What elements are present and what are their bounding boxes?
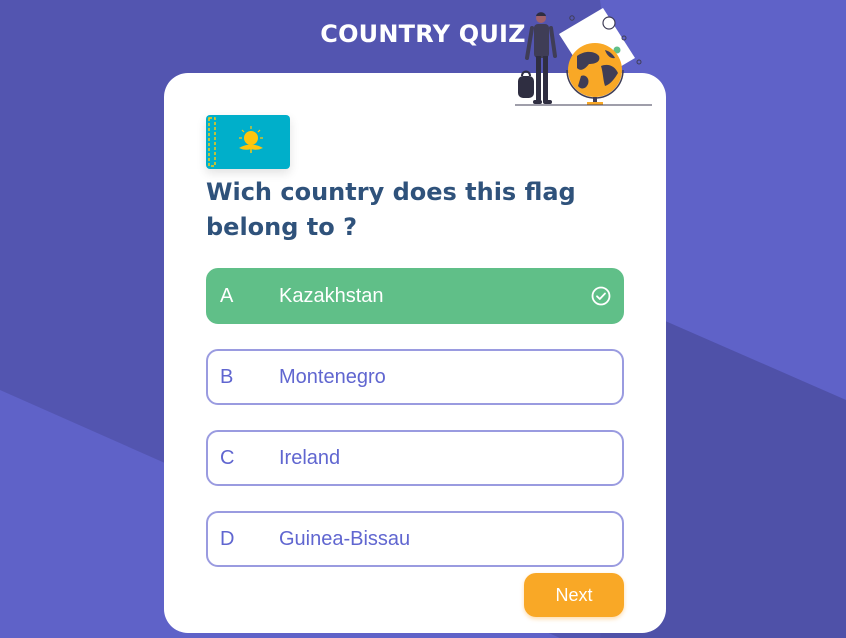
answer-option-b[interactable]: B Montenegro — [206, 349, 624, 405]
option-label: Kazakhstan — [279, 285, 384, 307]
question-text: Wich country does this flag belong to ? — [206, 178, 576, 241]
answer-option-c[interactable]: C Ireland — [206, 430, 624, 486]
option-letter: D — [220, 528, 235, 550]
option-label: Montenegro — [279, 366, 386, 388]
next-button[interactable]: Next — [524, 573, 624, 617]
answer-option-a[interactable]: A Kazakhstan — [206, 268, 624, 324]
option-letter: B — [220, 366, 234, 388]
option-label: Guinea-Bissau — [279, 528, 411, 550]
answer-option-d[interactable]: D Guinea-Bissau — [206, 511, 624, 567]
option-letter: C — [220, 447, 235, 469]
option-label: Ireland — [279, 447, 341, 469]
traveler-globe-illustration-icon — [515, 6, 655, 110]
check-circle-icon — [591, 286, 611, 312]
kazakhstan-flag-icon — [206, 115, 290, 169]
app-title: COUNTRY QUIZ — [320, 20, 526, 48]
option-letter: A — [220, 285, 234, 307]
quiz-card: Wich country does this flag belong to ? … — [164, 73, 666, 633]
